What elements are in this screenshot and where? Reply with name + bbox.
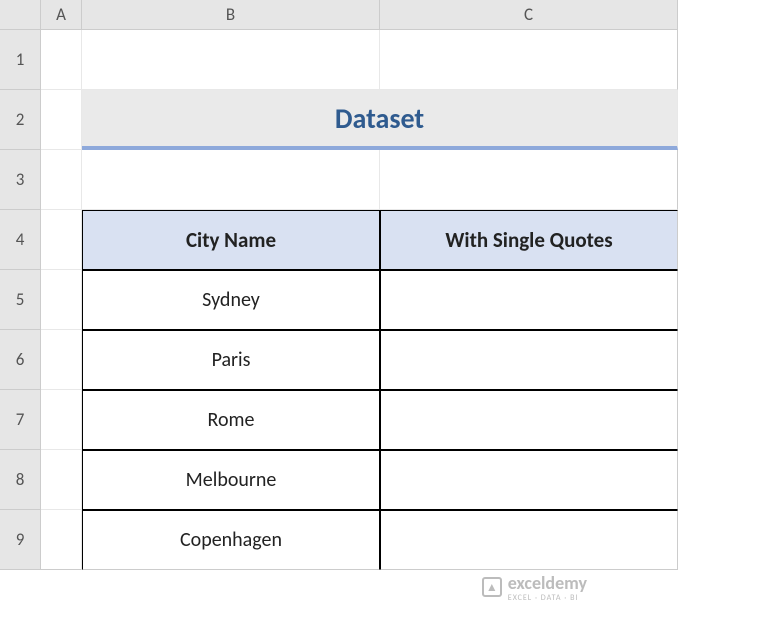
cell-c7[interactable] xyxy=(380,390,678,450)
column-header-c[interactable]: C xyxy=(380,0,678,30)
row-header-7[interactable]: 7 xyxy=(0,390,41,450)
cell-a4[interactable] xyxy=(41,210,82,270)
row-header-8[interactable]: 8 xyxy=(0,450,41,510)
row-header-5[interactable]: 5 xyxy=(0,270,41,330)
cell-a8[interactable] xyxy=(41,450,82,510)
column-header-a[interactable]: A xyxy=(41,0,82,30)
cell-a9[interactable] xyxy=(41,510,82,570)
cell-c6[interactable] xyxy=(380,330,678,390)
cell-c3[interactable] xyxy=(380,150,678,210)
row-header-3[interactable]: 3 xyxy=(0,150,41,210)
cell-c8[interactable] xyxy=(380,450,678,510)
row-header-2[interactable]: 2 xyxy=(0,90,41,150)
cell-b5[interactable]: Sydney xyxy=(82,270,380,330)
cell-a7[interactable] xyxy=(41,390,82,450)
cell-a1[interactable] xyxy=(41,30,82,90)
watermark-icon: ▲ xyxy=(482,577,502,597)
cell-b7[interactable]: Rome xyxy=(82,390,380,450)
header-single-quotes[interactable]: With Single Quotes xyxy=(380,210,678,270)
row-header-9[interactable]: 9 xyxy=(0,510,41,570)
cell-c9[interactable] xyxy=(380,510,678,570)
header-city-name[interactable]: City Name xyxy=(82,210,380,270)
spreadsheet-grid: A B C 1 2 Dataset 3 4 City Name With Sin… xyxy=(0,0,767,570)
cell-b1[interactable] xyxy=(82,30,380,90)
cell-b3[interactable] xyxy=(82,150,380,210)
row-header-1[interactable]: 1 xyxy=(0,30,41,90)
cell-a5[interactable] xyxy=(41,270,82,330)
watermark-main: exceldemy xyxy=(508,572,587,594)
cell-a2[interactable] xyxy=(41,90,82,150)
row-header-6[interactable]: 6 xyxy=(0,330,41,390)
cell-b6[interactable]: Paris xyxy=(82,330,380,390)
column-header-b[interactable]: B xyxy=(82,0,380,30)
cell-a3[interactable] xyxy=(41,150,82,210)
cell-c5[interactable] xyxy=(380,270,678,330)
select-all-corner[interactable] xyxy=(0,0,41,30)
watermark: ▲ exceldemy EXCEL · DATA · BI xyxy=(482,572,587,602)
cell-b9[interactable]: Copenhagen xyxy=(82,510,380,570)
watermark-sub: EXCEL · DATA · BI xyxy=(508,594,587,602)
title-cell[interactable]: Dataset xyxy=(82,90,678,150)
cell-a6[interactable] xyxy=(41,330,82,390)
row-header-4[interactable]: 4 xyxy=(0,210,41,270)
cell-b8[interactable]: Melbourne xyxy=(82,450,380,510)
cell-c1[interactable] xyxy=(380,30,678,90)
